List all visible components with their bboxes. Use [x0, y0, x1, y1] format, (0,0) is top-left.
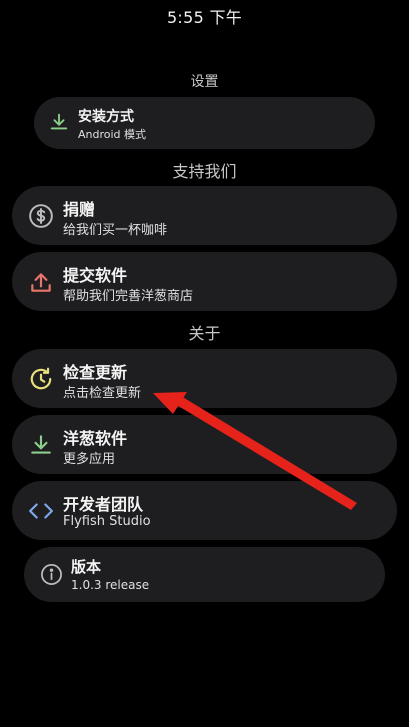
- dollar-circle-icon: [28, 203, 54, 229]
- developer-team-subtitle: Flyfish Studio: [63, 514, 151, 529]
- version-item[interactable]: 版本 1.0.3 release: [24, 547, 385, 602]
- section-header-settings: 设置: [190, 74, 219, 90]
- developer-team-title: 开发者团队: [63, 495, 144, 514]
- submit-app-title: 提交软件: [63, 266, 128, 285]
- section-header-about: 关于: [188, 324, 221, 343]
- onion-apps-title: 洋葱软件: [63, 429, 128, 448]
- download-icon: [28, 432, 54, 458]
- donate-title: 捐赠: [63, 200, 96, 219]
- developer-team-item[interactable]: 开发者团队 Flyfish Studio: [12, 481, 397, 540]
- check-update-subtitle: 点击检查更新: [63, 386, 142, 401]
- install-method-subtitle: Android 模式: [78, 128, 147, 141]
- install-method-item[interactable]: 安装方式 Android 模式: [34, 97, 375, 149]
- version-title: 版本: [71, 558, 102, 576]
- submit-app-subtitle: 帮助我们完善洋葱商店: [63, 289, 194, 304]
- check-update-title: 检查更新: [63, 363, 128, 382]
- donate-item[interactable]: 捐赠 给我们买一杯咖啡: [12, 186, 397, 245]
- version-subtitle: 1.0.3 release: [71, 578, 150, 592]
- info-icon: [40, 563, 63, 586]
- onion-apps-subtitle: 更多应用: [63, 452, 116, 467]
- update-clock-icon: [28, 366, 54, 392]
- submit-app-item[interactable]: 提交软件 帮助我们完善洋葱商店: [12, 252, 397, 311]
- upload-icon: [28, 269, 54, 295]
- donate-subtitle: 给我们买一杯咖啡: [63, 223, 168, 238]
- onion-apps-item[interactable]: 洋葱软件 更多应用: [12, 415, 397, 474]
- check-update-item[interactable]: 检查更新 点击检查更新: [12, 349, 397, 408]
- code-icon: [28, 498, 54, 524]
- install-method-title: 安装方式: [78, 109, 134, 125]
- download-icon: [48, 111, 70, 133]
- status-bar-time: 5:55 下午: [166, 8, 243, 27]
- section-header-support: 支持我们: [172, 162, 237, 181]
